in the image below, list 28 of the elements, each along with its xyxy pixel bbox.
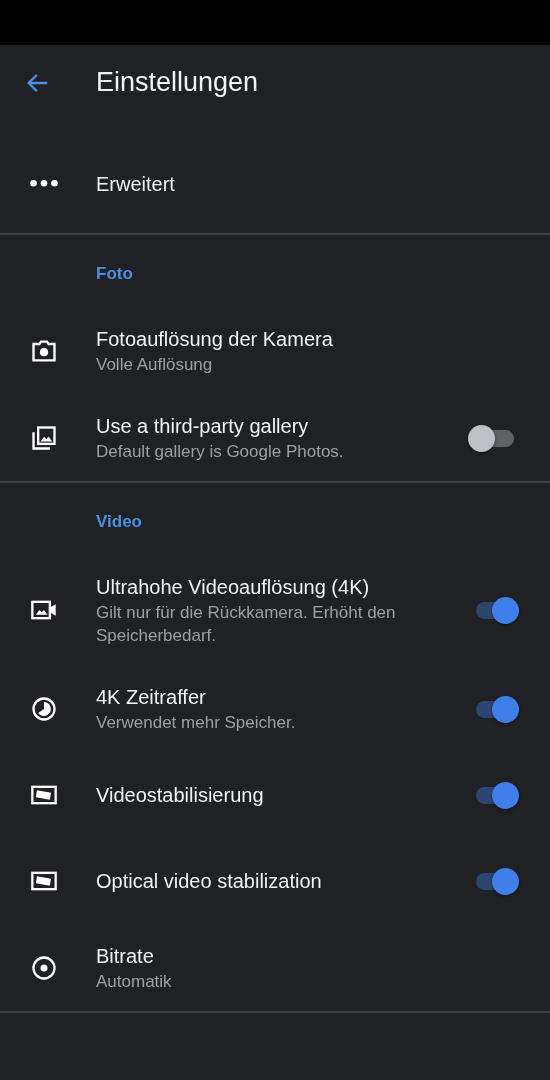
timelapse-icon <box>30 694 58 723</box>
settings-item[interactable]: Fotoauflösung der Kamera Volle Auflösung <box>0 307 550 394</box>
settings-item[interactable]: Bitrate Automatik <box>0 924 550 1011</box>
item-title: Videostabilisierung <box>96 783 265 808</box>
item-title: Fotoauflösung der Kamera <box>96 327 334 352</box>
more-icon <box>30 180 58 187</box>
gallery-icon <box>30 423 58 452</box>
item-title: Use a third-party gallery <box>96 414 310 439</box>
settings-item[interactable]: 4K Zeitraffer Verwendet mehr Speicher. <box>0 665 550 752</box>
screen-title: Einstellungen <box>96 66 259 100</box>
settings-item[interactable]: Erweitert <box>0 120 550 233</box>
item-subtitle: Automatik <box>96 971 173 993</box>
item-title: Erweitert <box>96 171 176 197</box>
settings-item[interactable]: Videostabilisierung <box>0 752 550 838</box>
item-subtitle: Verwendet mehr Speicher. <box>96 712 297 734</box>
item-subtitle: Gilt nur für die Rückkamera. Erhöht den Speicherbedarf. <box>96 602 397 647</box>
item-subtitle: Default gallery is Google Photos. <box>96 441 345 463</box>
section-header: Video <box>95 511 143 533</box>
item-title: Bitrate <box>96 944 155 969</box>
section-header: Foto <box>95 263 134 285</box>
settings-item[interactable]: Optical video stabilization <box>0 838 550 924</box>
item-title: 4K Zeitraffer <box>96 685 207 710</box>
item-title: Optical video stabilization <box>96 869 323 894</box>
settings-item[interactable]: Use a third-party gallery Default gallery is Google Photos. <box>0 394 550 481</box>
radio-icon <box>30 953 58 982</box>
item-subtitle: Volle Auflösung <box>96 354 214 376</box>
item-title: Ultrahohe Videoauflösung (4K) <box>96 575 371 600</box>
settings-item[interactable]: Ultrahohe Videoauflösung (4K) Gilt nur für die Rückkamera. Erhöht den Speicherbedarf. <box>0 555 550 665</box>
